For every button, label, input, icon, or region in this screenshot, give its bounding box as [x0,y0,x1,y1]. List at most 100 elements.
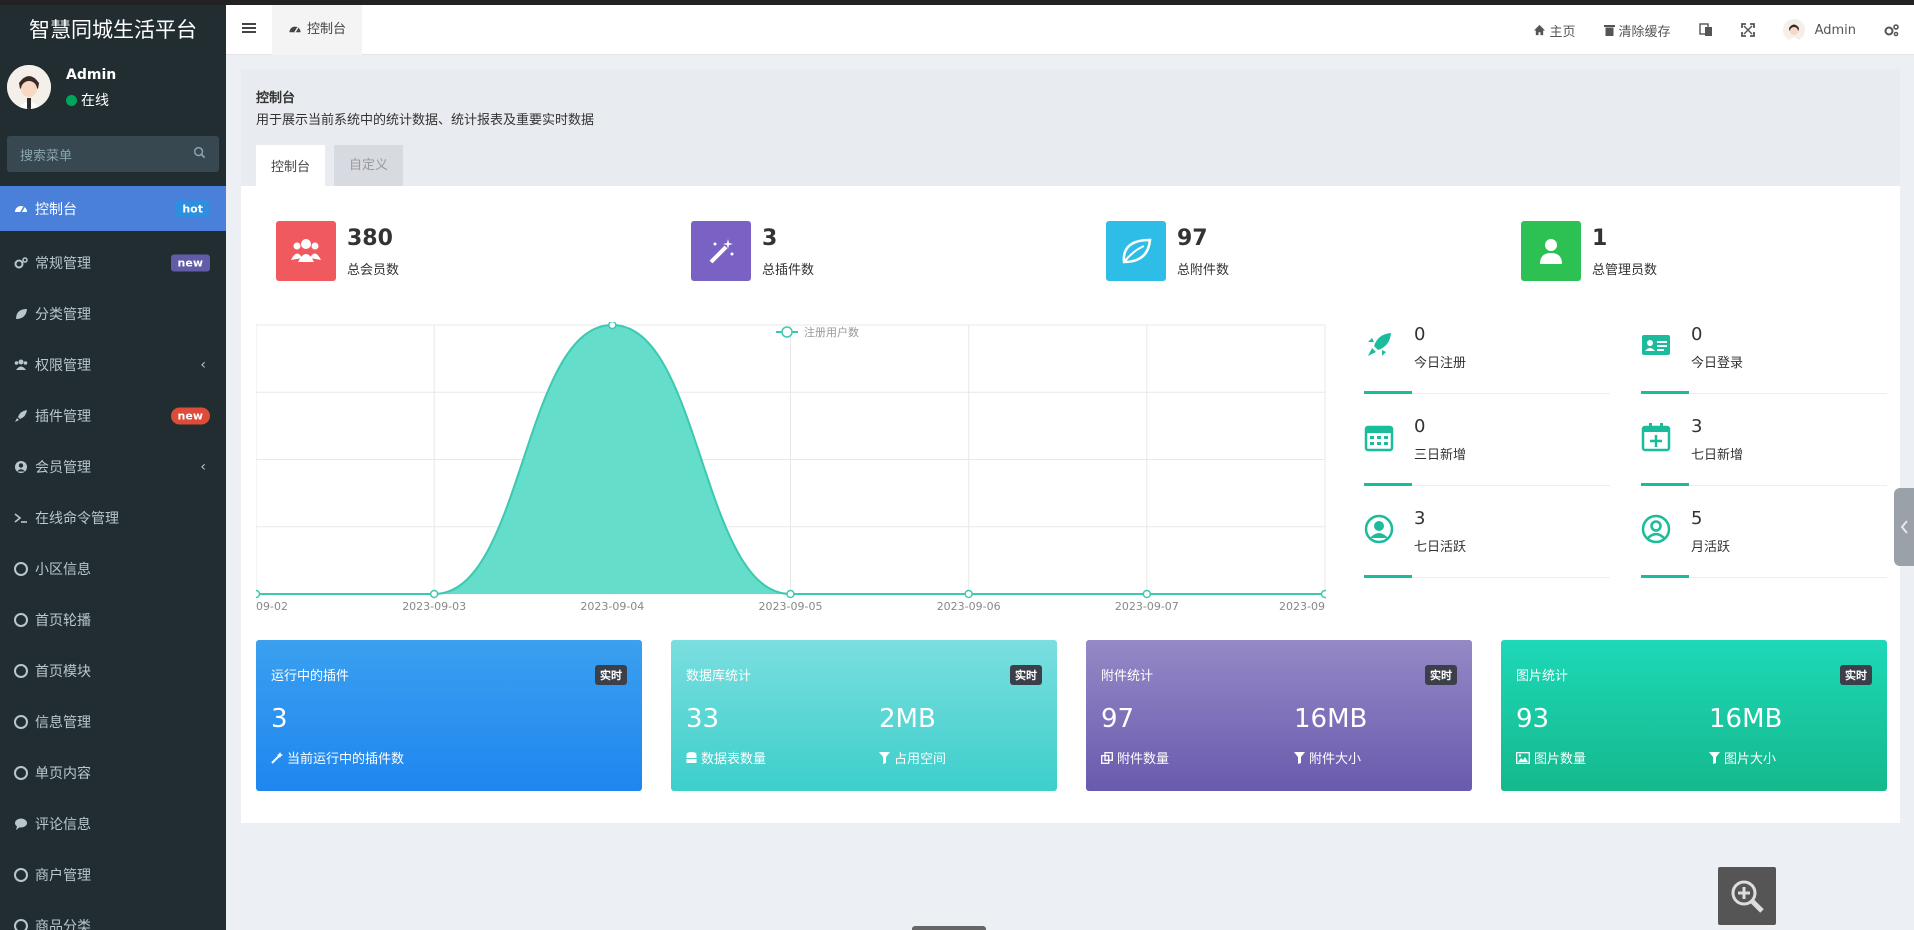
home-label: 主页 [1549,24,1576,40]
image-icon [1516,751,1530,764]
circle-icon [14,714,28,729]
sidebar-item-label: 会员管理 [35,459,91,476]
sidebar-item-carousel[interactable]: 首页轮播 [0,594,226,645]
realtime-badge: 实时 [1425,665,1457,685]
sidebar-item-label: 首页轮播 [35,612,91,629]
data-point [786,589,795,599]
sidebar-item-pages[interactable]: 单页内容 [0,747,226,798]
sidebar-item-label: 商户管理 [35,867,91,884]
panel-label-2: 附件大小 [1294,748,1361,767]
mini-stat-value: 3 [1691,416,1703,437]
side-drawer-handle[interactable] [1894,488,1914,566]
data-point [964,589,973,599]
x-tick-label: 2023-09-03 [402,600,466,613]
dashboard-icon [15,205,27,212]
accent-bar [1364,391,1412,394]
legend-label: 注册用户数 [804,325,859,339]
page-title: 控制台 [256,91,296,106]
user-circle-outline-icon [1641,514,1671,544]
sidebar-item-comments[interactable]: 评论信息 [0,798,226,849]
sidebar-item-modules[interactable]: 首页模块 [0,645,226,696]
panel-value-2: 16MB [1709,704,1783,734]
x-tick-label: 2023-09 [1279,600,1325,613]
mini-stat-label: 今日注册 [1414,356,1467,371]
stat-value: 380 [347,226,393,251]
panel-title: 图片统计 [1516,669,1569,684]
new-badge: new [170,407,210,424]
panel-label: 附件数量 [1101,748,1169,767]
new-badge: new [170,254,210,271]
sidebar-item-product-category[interactable]: 商品分类 [0,900,226,930]
registrations-chart: 09-02 2023-09-03 2023-09-04 2023-09-05 2023-… [256,322,1326,613]
sidebar-item-auth[interactable]: 权限管理 ‹ [0,339,226,390]
panel-label-2: 占用空间 [879,748,946,767]
cogs-icon [1884,24,1899,37]
zoom-in-icon [1731,880,1764,913]
language-button[interactable] [1685,23,1727,37]
clear-cache-label: 清除缓存 [1618,24,1671,40]
id-card-icon [1642,335,1670,355]
stat-label: 总附件数 [1177,263,1230,278]
zoom-button[interactable] [1718,867,1776,925]
sidebar-item-plugins[interactable]: 插件管理 new [0,390,226,441]
filter-icon [879,751,890,764]
sidebar: 智慧同城生活平台 Admin 在线 搜索菜单 控制台 hot 常规管理 new … [0,5,226,930]
clear-cache-button[interactable]: 清除缓存 [1590,21,1685,40]
sidebar-item-category[interactable]: 分类管理 [0,288,226,339]
sidebar-item-community[interactable]: 小区信息 [0,543,226,594]
search-icon[interactable] [193,146,206,159]
tab-dashboard-content[interactable]: 控制台 [256,145,326,186]
cogs-icon [14,256,28,268]
accent-bar [1641,391,1689,394]
menu-toggle-icon[interactable] [242,21,256,35]
stat-admins: 1 总管理员数 [1521,221,1821,285]
panel-value: 3 [271,704,288,734]
mini-stat-value: 0 [1414,416,1426,437]
brand-title[interactable]: 智慧同城生活平台 [0,5,226,55]
sidebar-item-info[interactable]: 信息管理 [0,696,226,747]
content-header: 控制台 用于展示当前系统中的统计数据、统计报表及重要实时数据 控制台 自定义 [241,69,1900,186]
fullscreen-button[interactable] [1727,23,1769,37]
user-icon [1521,221,1581,281]
tab-label: 控制台 [307,22,347,37]
copy-icon [1101,751,1113,764]
sidebar-item-label: 小区信息 [35,561,91,578]
calendar-plus-icon [1641,423,1671,452]
search-input[interactable]: 搜索菜单 [7,136,219,172]
mini-stat-value: 0 [1414,324,1426,345]
panel-images: 图片统计 实时 93 16MB 图片数量 图片大小 [1501,640,1887,791]
settings-button[interactable] [1870,23,1914,37]
hot-badge: hot [175,200,210,217]
mini-stat-value: 0 [1691,324,1703,345]
magic-icon [691,221,751,281]
home-link[interactable]: 主页 [1519,21,1590,40]
sidebar-item-members[interactable]: 会员管理 ‹ [0,441,226,492]
bottom-handle[interactable] [912,926,986,930]
leaf-icon [1106,221,1166,281]
stat-value: 1 [1592,226,1608,251]
mini-stat-label: 七日活跃 [1414,540,1467,555]
mini-stat-today-register: 0 今日注册 [1364,324,1610,394]
tab-custom[interactable]: 自定义 [334,145,404,186]
user-status-text: 在线 [81,93,109,109]
user-menu[interactable]: Admin [1769,19,1870,41]
panel-label-text: 附件数量 [1117,752,1170,767]
sidebar-item-command[interactable]: 在线命令管理 [0,492,226,543]
mini-stat-today-login: 0 今日登录 [1641,324,1887,394]
panel-value: 97 [1101,704,1135,734]
circle-icon [14,612,28,627]
sidebar-item-dashboard[interactable]: 控制台 hot [0,186,226,231]
avatar [7,65,51,109]
terminal-icon [14,512,27,523]
legend-marker [781,326,793,338]
dashboard-icon [289,26,301,33]
panel-title: 运行中的插件 [271,669,350,684]
tab-dashboard[interactable]: 控制台 [272,5,363,55]
search-placeholder: 搜索菜单 [20,149,73,164]
stat-plugins: 3 总插件数 [691,221,991,285]
sidebar-item-general[interactable]: 常规管理 new [0,237,226,288]
sidebar-item-merchants[interactable]: 商户管理 [0,849,226,900]
sidebar-item-label: 分类管理 [35,306,91,323]
chevron-left-icon: ‹ [200,458,206,475]
user-circle-icon [15,460,27,473]
